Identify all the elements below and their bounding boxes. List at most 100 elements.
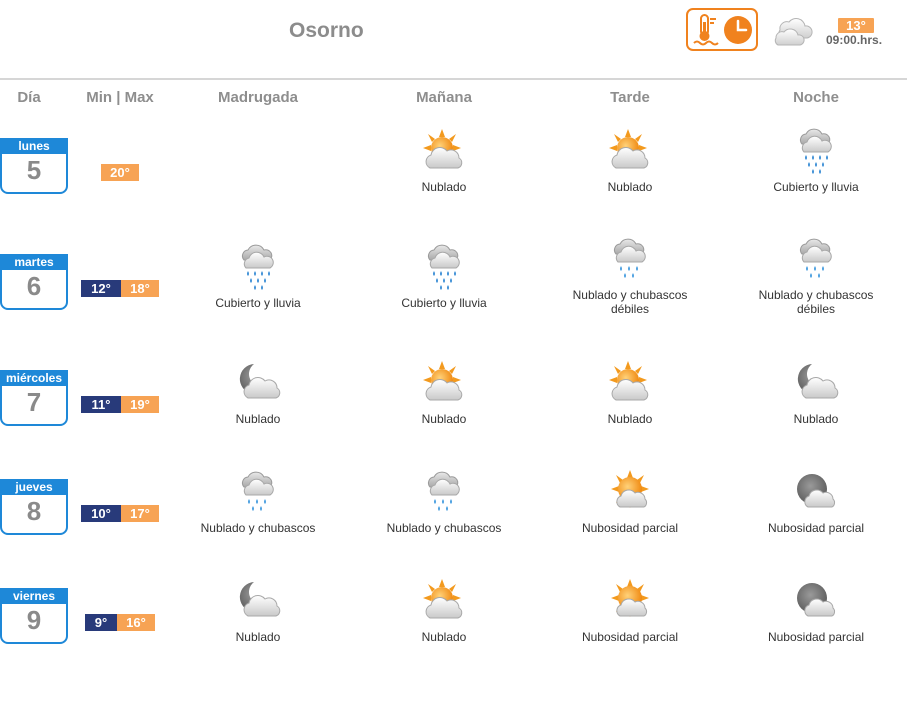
sun-cloud-icon xyxy=(418,126,470,176)
forecast-description: Cubierto y lluvia xyxy=(215,296,301,310)
min-temp-badge: 12° xyxy=(81,280,121,297)
column-header-noche: Noche xyxy=(793,89,839,106)
column-header-day: Día xyxy=(17,89,41,106)
column-header-manana: Mañana xyxy=(416,89,472,106)
showers-icon xyxy=(232,467,284,517)
forecast-cell-tarde: Nublado y chubascos débiles xyxy=(540,234,720,316)
day-number: 6 xyxy=(26,271,42,301)
sun-cloud-icon xyxy=(604,126,656,176)
forecast-description: Nublado y chubascos débiles xyxy=(572,288,688,316)
forecast-description: Nublado y chubascos xyxy=(386,521,502,535)
forecast-description: Nublado xyxy=(607,180,653,194)
moon-cloud-icon xyxy=(790,358,842,408)
sun-cloud-icon xyxy=(418,576,470,626)
forecast-cell-madrugada: Nublado y chubascos xyxy=(168,467,348,535)
forecast-description: Nublado xyxy=(793,412,839,426)
column-header-minmax: Min | Max xyxy=(86,89,154,106)
forecast-cell-tarde: Nubosidad parcial xyxy=(540,467,720,535)
forecast-cell-madrugada: Cubierto y lluvia xyxy=(168,242,348,310)
min-temp-badge: 10° xyxy=(81,505,121,522)
moon-partial-icon xyxy=(790,467,842,517)
weekday-label: jueves xyxy=(0,479,68,495)
weekday-label: lunes xyxy=(0,138,68,154)
forecast-description: Nubosidad parcial xyxy=(767,630,865,644)
sun-cloud-icon xyxy=(418,358,470,408)
forecast-cell-tarde: Nubosidad parcial xyxy=(540,576,720,644)
forecast-description: Nublado xyxy=(235,412,281,426)
forecast-description: Nublado xyxy=(421,412,467,426)
calendar-badge: martes 6 xyxy=(0,254,68,310)
header-bar: Osorno 13° 09:00.hrs. xyxy=(0,0,907,80)
max-temp-badge: 17° xyxy=(121,505,159,522)
forecast-cell-noche: Nublado y chubascos débiles xyxy=(726,234,906,316)
view-mode-button[interactable] xyxy=(686,8,758,51)
showers-icon xyxy=(604,234,656,284)
forecast-description: Nublado y chubascos débiles xyxy=(758,288,874,316)
column-header-tarde: Tarde xyxy=(610,89,650,106)
forecast-cell-madrugada: Nublado xyxy=(168,358,348,426)
min-temp-badge: 11° xyxy=(81,396,121,413)
forecast-cell-noche: Nubosidad parcial xyxy=(726,467,906,535)
calendar-badge: lunes 5 xyxy=(0,138,68,194)
day-number: 9 xyxy=(26,605,42,635)
max-temp-badge: 20° xyxy=(101,164,139,181)
weekday-label: martes xyxy=(0,254,68,270)
max-temp-badge: 19° xyxy=(121,396,159,413)
city-title: Osorno xyxy=(289,19,364,42)
forecast-description: Nublado xyxy=(607,412,653,426)
heavy-rain-icon xyxy=(418,242,470,292)
forecast-description: Cubierto y lluvia xyxy=(773,180,859,194)
forecast-description: Nublado y chubascos xyxy=(200,521,316,535)
forecast-description: Nubosidad parcial xyxy=(581,521,679,535)
moon-cloud-icon xyxy=(232,576,284,626)
forecast-description: Nubosidad parcial xyxy=(767,521,865,535)
temperature-range: 9° 16° xyxy=(85,614,155,631)
forecast-description: Cubierto y lluvia xyxy=(401,296,487,310)
temperature-range: 10° 17° xyxy=(81,505,159,522)
forecast-row-friday: viernes 9 9° 16° Nublado Nublado Nubosid… xyxy=(0,588,907,704)
heavy-rain-icon xyxy=(790,126,842,176)
min-temp-badge: 9° xyxy=(85,614,117,631)
thermometer-icon xyxy=(692,13,719,45)
sun-partial-icon xyxy=(604,467,656,517)
day-number: 8 xyxy=(26,496,42,526)
max-temp-badge: 18° xyxy=(121,280,159,297)
forecast-cell-manana: Nublado y chubascos xyxy=(354,467,534,535)
sun-partial-icon xyxy=(604,576,656,626)
weekday-label: miércoles xyxy=(0,370,68,386)
day-number: 7 xyxy=(26,387,42,417)
forecast-cell-manana: Cubierto y lluvia xyxy=(354,242,534,310)
forecast-cell-tarde: Nublado xyxy=(540,358,720,426)
forecast-cell-noche: Nublado xyxy=(726,358,906,426)
temperature-range: 12° 18° xyxy=(81,280,159,297)
moon-cloud-icon xyxy=(232,358,284,408)
forecast-cell-noche: Nubosidad parcial xyxy=(726,576,906,644)
calendar-badge: jueves 8 xyxy=(0,479,68,535)
heavy-rain-icon xyxy=(232,242,284,292)
forecast-cell-tarde: Nublado xyxy=(540,126,720,194)
max-temp-badge: 16° xyxy=(117,614,155,631)
showers-icon xyxy=(790,234,842,284)
current-temperature-badge: 13° xyxy=(838,18,874,33)
sun-cloud-icon xyxy=(604,358,656,408)
temperature-range: 11° 19° xyxy=(81,396,159,413)
forecast-row-tuesday: martes 6 12° 18° Cubierto y lluvia Cubie… xyxy=(0,254,907,370)
day-number: 5 xyxy=(26,155,42,185)
forecast-cell-manana: Nublado xyxy=(354,358,534,426)
forecast-description: Nubosidad parcial xyxy=(581,630,679,644)
weekday-label: viernes xyxy=(0,588,68,604)
forecast-cell-manana: Nublado xyxy=(354,126,534,194)
current-time-label: 09:00.hrs. xyxy=(826,33,883,47)
current-weather-cloudy-icon xyxy=(774,18,813,46)
calendar-badge: miércoles 7 xyxy=(0,370,68,426)
clock-icon xyxy=(723,15,752,44)
forecast-cell-manana: Nublado xyxy=(354,576,534,644)
moon-partial-icon xyxy=(790,576,842,626)
forecast-description: Nublado xyxy=(235,630,281,644)
forecast-description: Nublado xyxy=(421,180,467,194)
temperature-range: 20° xyxy=(101,164,139,181)
showers-icon xyxy=(418,467,470,517)
calendar-badge: viernes 9 xyxy=(0,588,68,644)
forecast-cell-madrugada: Nublado xyxy=(168,576,348,644)
forecast-cell-noche: Cubierto y lluvia xyxy=(726,126,906,194)
